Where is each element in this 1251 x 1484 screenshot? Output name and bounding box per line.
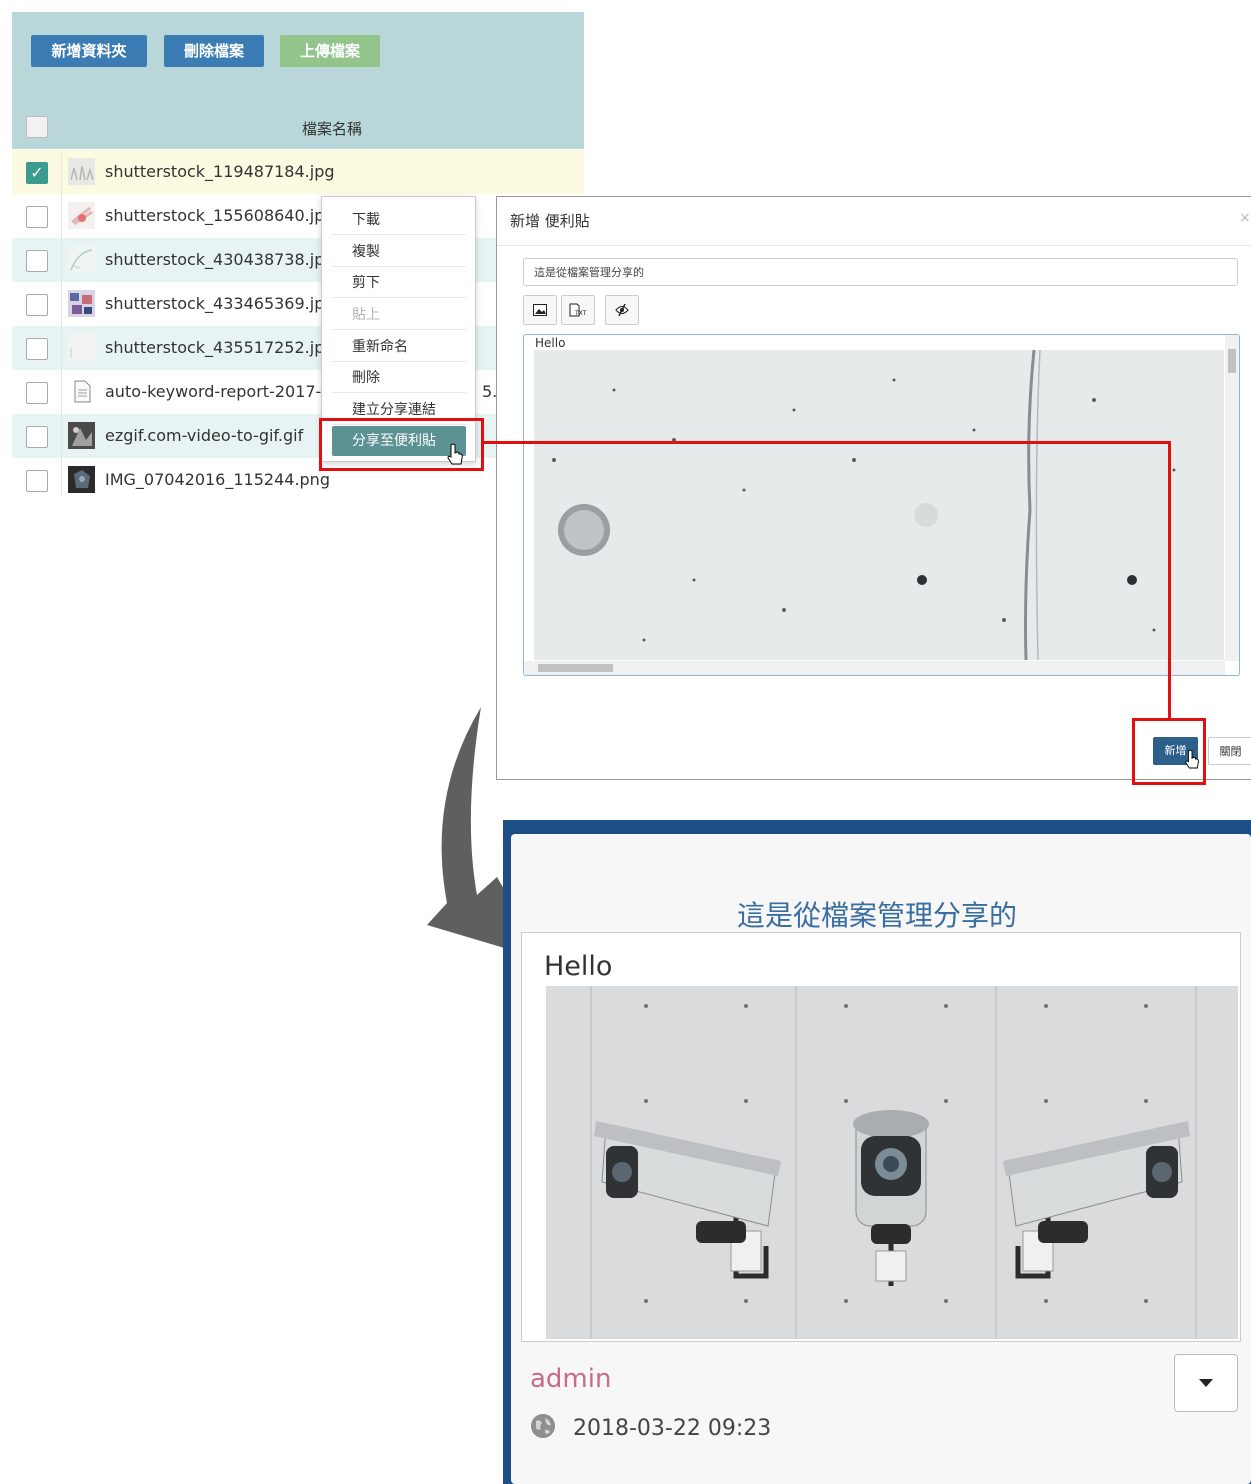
connector-line <box>483 441 1171 444</box>
select-all-checkbox[interactable] <box>26 116 48 138</box>
file-thumbnail <box>68 466 95 493</box>
row-checkbox[interactable] <box>26 294 48 316</box>
highlight-share-menu-item <box>319 418 484 471</box>
upload-file-button[interactable]: 上傳檔案 <box>280 35 380 67</box>
row-checkbox[interactable] <box>26 206 48 228</box>
column-header-filename: 檔案名稱 <box>302 120 363 138</box>
table-row[interactable]: ✓ shutterstock_119487184.jpg <box>12 150 584 195</box>
row-checkbox[interactable] <box>26 426 48 448</box>
divider <box>497 245 1251 246</box>
file-thumbnail <box>68 334 95 361</box>
file-name[interactable]: IMG_07042016_115244.png <box>105 470 330 489</box>
file-thumbnail <box>68 158 95 185</box>
row-checkbox[interactable]: ✓ <box>26 162 48 184</box>
eye-slash-icon <box>615 303 629 317</box>
delete-file-button[interactable]: 刪除檔案 <box>164 35 264 67</box>
file-name[interactable]: shutterstock_155608640.jpg <box>105 206 335 225</box>
file-thumbnail <box>68 246 95 273</box>
file-thumbnail <box>68 422 95 449</box>
editor-horizontal-scrollbar[interactable] <box>524 661 1225 675</box>
menu-item-download[interactable]: 下載 <box>332 205 466 235</box>
note-body: Hello <box>521 932 1241 1342</box>
menu-item-copy[interactable]: 複製 <box>332 237 466 267</box>
highlight-add-button <box>1132 718 1206 785</box>
file-name[interactable]: shutterstock_435517252.jpg <box>105 338 335 357</box>
menu-item-paste: 貼上 <box>332 300 466 330</box>
concrete-wall-image <box>534 350 1224 660</box>
menu-item-delete[interactable]: 刪除 <box>332 363 466 393</box>
text-file-icon: TXT <box>569 303 587 317</box>
file-name[interactable]: shutterstock_430438738.jpg <box>105 250 335 269</box>
sticky-note-window: 這是從檔案管理分享的 Hello admin 2018-03-22 09:23 <box>503 820 1251 1484</box>
note-body-text: Hello <box>544 951 613 982</box>
dialog-title: 新增 便利貼 <box>510 212 590 230</box>
preview-button[interactable] <box>605 295 639 325</box>
insert-image-button[interactable] <box>523 295 557 325</box>
row-checkbox[interactable] <box>26 470 48 492</box>
note-dropdown-button[interactable] <box>1174 1354 1238 1412</box>
editor-content-text: Hello <box>535 336 566 350</box>
row-checkbox[interactable] <box>26 382 48 404</box>
row-checkbox[interactable] <box>26 250 48 272</box>
file-name[interactable]: ezgif.com-video-to-gif.gif <box>105 426 303 445</box>
svg-text:TXT: TXT <box>574 310 587 317</box>
close-icon[interactable]: × <box>1239 210 1251 226</box>
globe-icon <box>531 1414 555 1438</box>
sticky-note: 這是從檔案管理分享的 Hello admin 2018-03-22 09:23 <box>511 834 1251 1484</box>
insert-text-button[interactable]: TXT <box>561 295 595 325</box>
menu-item-rename[interactable]: 重新命名 <box>332 332 466 362</box>
connector-line <box>1168 441 1171 719</box>
text-file-icon <box>74 380 91 403</box>
file-thumbnail <box>68 202 95 229</box>
caret-down-icon <box>1199 1379 1213 1387</box>
image-icon <box>533 304 547 316</box>
row-checkbox[interactable] <box>26 338 48 360</box>
file-name[interactable]: shutterstock_433465369.jpg <box>105 294 335 313</box>
security-cameras-image <box>546 986 1238 1339</box>
menu-item-cut[interactable]: 剪下 <box>332 268 466 298</box>
file-thumbnail <box>68 290 95 317</box>
file-name[interactable]: auto-keyword-report-2017- <box>105 382 321 401</box>
new-folder-button[interactable]: 新增資料夾 <box>31 35 147 67</box>
note-title: 這是從檔案管理分享的 <box>736 899 1017 932</box>
rich-text-editor[interactable]: Hello <box>523 334 1240 676</box>
note-timestamp: 2018-03-22 09:23 <box>573 1416 772 1441</box>
new-sticky-dialog: 新增 便利貼 × 這是從檔案管理分享的 TXT Hello 新增 關閉 <box>496 196 1251 780</box>
editor-vertical-scrollbar[interactable] <box>1225 335 1239 661</box>
file-name[interactable]: shutterstock_119487184.jpg <box>105 162 335 181</box>
file-manager-header: 新增資料夾 刪除檔案 上傳檔案 檔案名稱 <box>12 12 584 149</box>
subject-input[interactable]: 這是從檔案管理分享的 <box>523 258 1238 286</box>
close-button[interactable]: 關閉 <box>1208 737 1251 765</box>
note-author: admin <box>530 1364 612 1394</box>
